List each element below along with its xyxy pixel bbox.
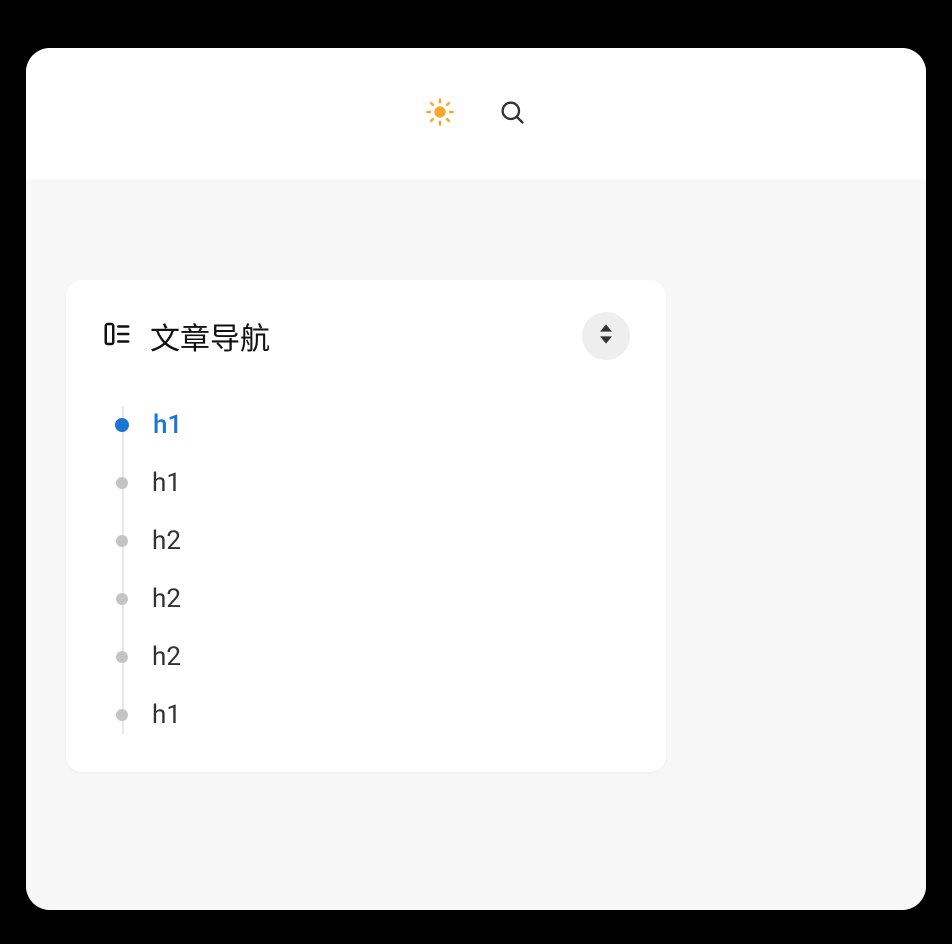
nav-item-label: h2	[152, 526, 181, 556]
nav-list: h1 h1 h2 h2 h2 h1	[102, 396, 630, 744]
chevron-up-down-icon	[596, 322, 616, 350]
nav-dot-icon	[116, 709, 128, 721]
nav-dot-icon	[116, 593, 128, 605]
app-window: 文章导航 h1 h1 h2 h2 h2 h1	[26, 48, 926, 910]
nav-item-label: h2	[152, 642, 181, 672]
nav-item[interactable]: h1	[116, 396, 630, 454]
article-nav-card: 文章导航 h1 h1 h2 h2 h2 h1	[66, 280, 666, 772]
theme-toggle-button[interactable]	[424, 98, 456, 130]
search-button[interactable]	[496, 98, 528, 130]
nav-item-label: h1	[152, 468, 181, 498]
nav-dot-icon	[116, 651, 128, 663]
nav-header: 文章导航	[102, 312, 630, 360]
search-icon	[498, 98, 526, 130]
nav-item-label: h2	[152, 584, 181, 614]
nav-dot-icon	[116, 535, 128, 547]
nav-title: 文章导航	[150, 314, 270, 358]
nav-title-wrap: 文章导航	[102, 314, 270, 358]
nav-dot-icon	[116, 477, 128, 489]
nav-item[interactable]: h2	[116, 570, 630, 628]
content-area: 文章导航 h1 h1 h2 h2 h2 h1	[26, 180, 926, 910]
toc-icon	[102, 319, 132, 353]
nav-item[interactable]: h2	[116, 628, 630, 686]
sun-icon	[425, 97, 455, 131]
nav-item[interactable]: h2	[116, 512, 630, 570]
nav-dot-icon	[115, 418, 129, 432]
nav-item-label: h1	[152, 700, 181, 730]
nav-item[interactable]: h1	[116, 686, 630, 744]
nav-item-label: h1	[153, 410, 182, 440]
header	[26, 48, 926, 180]
nav-item[interactable]: h1	[116, 454, 630, 512]
collapse-button[interactable]	[582, 312, 630, 360]
